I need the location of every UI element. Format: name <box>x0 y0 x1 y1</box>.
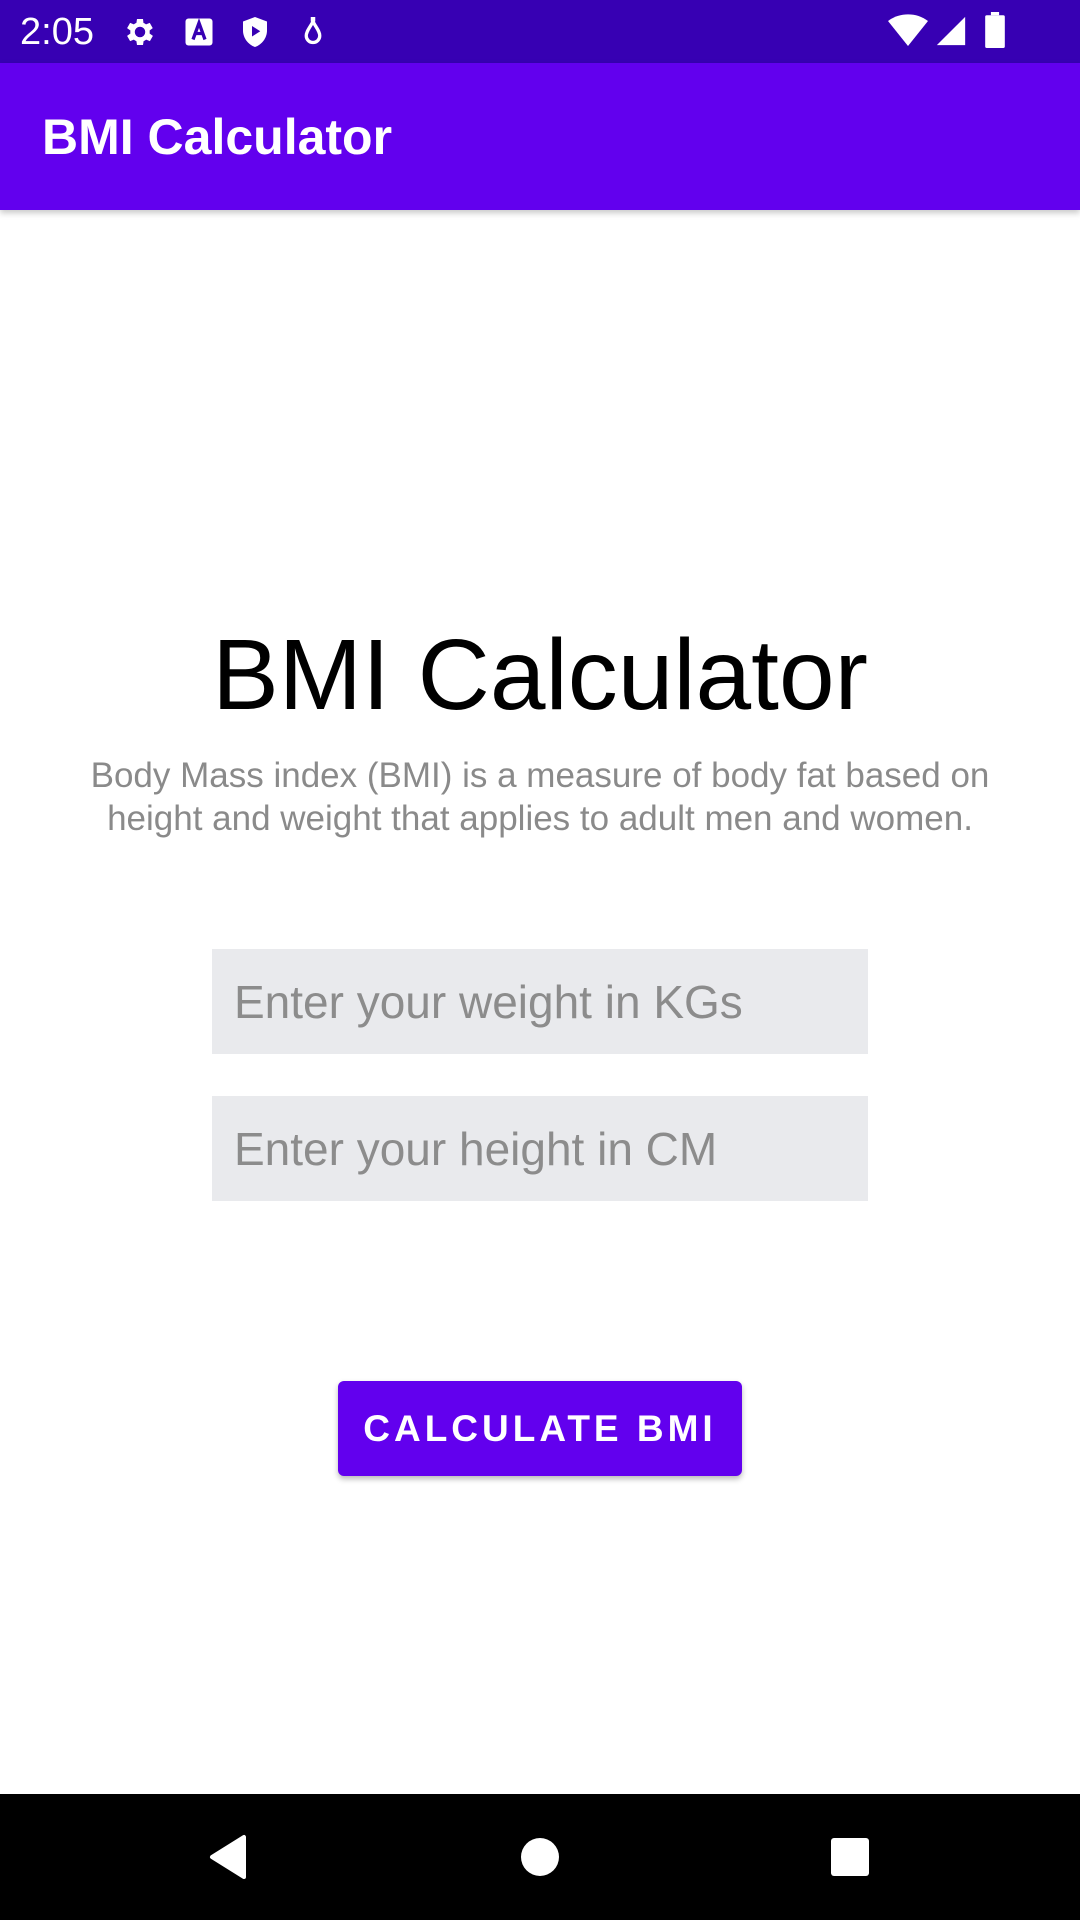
status-time: 2:05 <box>20 11 94 53</box>
wifi-icon <box>888 14 928 47</box>
home-icon[interactable] <box>510 1827 570 1887</box>
app-bar-title: BMI Calculator <box>42 109 393 165</box>
signal-icon <box>936 16 966 46</box>
battery-icon <box>985 12 1005 48</box>
page-title: BMI Calculator <box>212 619 868 731</box>
calculate-bmi-button[interactable]: CALCULATE BMI <box>338 1381 742 1476</box>
app-bar: BMI Calculator <box>0 63 1080 210</box>
weight-input[interactable] <box>212 949 868 1054</box>
status-bar: 2:05 <box>0 0 1080 63</box>
recent-apps-icon[interactable] <box>820 1827 880 1887</box>
bmi-description: Body Mass index (BMI) is a measure of bo… <box>90 756 990 838</box>
screen: 2:05 BMI Calculator BMI Calculator Body … <box>0 0 1080 1920</box>
height-input[interactable] <box>212 1096 868 1201</box>
a-icon <box>185 18 213 46</box>
navigation-bar <box>0 1794 1080 1920</box>
back-icon[interactable] <box>200 1827 260 1887</box>
drop-icon <box>304 17 322 45</box>
shield-play-icon <box>243 17 267 47</box>
gear-icon <box>127 18 153 46</box>
